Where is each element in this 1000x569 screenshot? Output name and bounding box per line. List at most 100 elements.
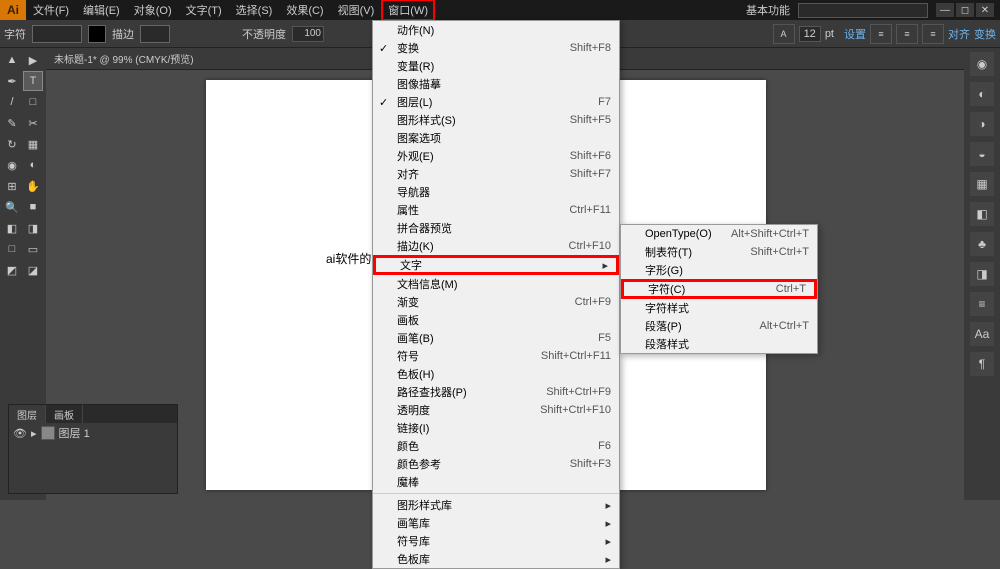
submenu-item-制表符(T)[interactable]: 制表符(T)Shift+Ctrl+T [621, 243, 817, 261]
menu-item-色板库[interactable]: 色板库▸ [373, 550, 619, 568]
align-center-icon[interactable]: ≡ [896, 24, 918, 44]
char-panel-icon[interactable]: A [773, 24, 795, 44]
panel-icon-3[interactable]: ◒ [970, 142, 994, 166]
menu-item-颜色[interactable]: 颜色F6 [373, 437, 619, 455]
tool-1[interactable]: ▶ [23, 50, 43, 70]
submenu-item-OpenType(O)[interactable]: OpenType(O)Alt+Shift+Ctrl+T [621, 225, 817, 243]
stroke-width-input[interactable] [140, 25, 170, 43]
menu-视图V[interactable]: 视图(V) [331, 0, 382, 21]
menu-编辑E[interactable]: 编辑(E) [76, 0, 127, 21]
menu-对象O[interactable]: 对象(O) [127, 0, 179, 21]
transform-link[interactable]: 变换 [974, 26, 996, 42]
submenu-item-段落样式[interactable]: 段落样式 [621, 335, 817, 353]
tool-6[interactable]: ✎ [2, 113, 22, 133]
menu-item-渐变[interactable]: 渐变Ctrl+F9 [373, 293, 619, 311]
layer-name[interactable]: 图层 1 [59, 425, 90, 441]
panel-icon-6[interactable]: ♣ [970, 232, 994, 256]
layer-row[interactable]: 👁 ▸ 图层 1 [9, 423, 177, 443]
tool-21[interactable]: ◪ [23, 260, 43, 280]
menu-效果C[interactable]: 效果(C) [279, 0, 330, 21]
layers-tab[interactable]: 图层 [9, 405, 46, 423]
tool-17[interactable]: ◨ [23, 218, 43, 238]
menu-item-图形样式库[interactable]: 图形样式库▸ [373, 496, 619, 514]
submenu-item-字形(G)[interactable]: 字形(G) [621, 261, 817, 279]
panel-icon-4[interactable]: ▦ [970, 172, 994, 196]
menu-item-图形样式(S)[interactable]: 图形样式(S)Shift+F5 [373, 111, 619, 129]
align-right-icon[interactable]: ≡ [922, 24, 944, 44]
tool-12[interactable]: ⊞ [2, 176, 22, 196]
workspace-switcher[interactable]: 基本功能 [746, 2, 790, 18]
menu-文字T[interactable]: 文字(T) [179, 0, 229, 21]
menu-item-变换[interactable]: 变换Shift+F8 [373, 39, 619, 57]
character-label[interactable]: 字符 [4, 26, 26, 42]
artboards-tab[interactable]: 画板 [46, 405, 83, 423]
submenu-item-字符样式[interactable]: 字符样式 [621, 299, 817, 317]
stroke-label[interactable]: 描边 [112, 26, 134, 42]
menu-item-变量(R)[interactable]: 变量(R) [373, 57, 619, 75]
menu-item-图层(L)[interactable]: 图层(L)F7 [373, 93, 619, 111]
tool-3[interactable]: T [23, 71, 43, 91]
tool-20[interactable]: ◩ [2, 260, 22, 280]
panel-icon-7[interactable]: ◨ [970, 262, 994, 286]
menu-item-导航器[interactable]: 导航器 [373, 183, 619, 201]
tool-14[interactable]: 🔍 [2, 197, 22, 217]
settings-link[interactable]: 设置 [844, 26, 866, 42]
menu-文件F[interactable]: 文件(F) [26, 0, 76, 21]
tool-4[interactable]: / [2, 92, 22, 112]
menu-item-拼合器预览[interactable]: 拼合器预览 [373, 219, 619, 237]
panel-icon-0[interactable]: ◉ [970, 52, 994, 76]
menu-item-魔棒[interactable]: 魔棒 [373, 473, 619, 491]
expand-icon[interactable]: ▸ [31, 427, 37, 440]
panel-icon-10[interactable]: ¶ [970, 352, 994, 376]
menu-选择S[interactable]: 选择(S) [229, 0, 280, 21]
menu-item-符号库[interactable]: 符号库▸ [373, 532, 619, 550]
opacity-input[interactable] [292, 26, 324, 42]
menu-item-链接(I)[interactable]: 链接(I) [373, 419, 619, 437]
menu-item-属性[interactable]: 属性Ctrl+F11 [373, 201, 619, 219]
align-left-icon[interactable]: ≡ [870, 24, 892, 44]
tool-11[interactable]: ◐ [23, 155, 43, 175]
menu-窗口W[interactable]: 窗口(W) [381, 0, 435, 21]
align-link[interactable]: 对齐 [948, 26, 970, 42]
submenu-item-段落(P)[interactable]: 段落(P)Alt+Ctrl+T [621, 317, 817, 335]
layers-panel[interactable]: 图层 画板 👁 ▸ 图层 1 [8, 404, 178, 494]
submenu-item-字符(C)[interactable]: 字符(C)Ctrl+T [621, 279, 817, 299]
menu-item-画笔(B)[interactable]: 画笔(B)F5 [373, 329, 619, 347]
tool-18[interactable]: □ [2, 239, 22, 259]
maximize-button[interactable]: ◻ [956, 3, 974, 17]
menu-item-符号[interactable]: 符号Shift+Ctrl+F11 [373, 347, 619, 365]
tool-8[interactable]: ↻ [2, 134, 22, 154]
tool-10[interactable]: ◉ [2, 155, 22, 175]
pt-value[interactable]: 12 [799, 26, 821, 42]
menu-item-画笔库[interactable]: 画笔库▸ [373, 514, 619, 532]
panel-icon-9[interactable]: Aa [970, 322, 994, 346]
tool-7[interactable]: ✂ [23, 113, 43, 133]
tool-5[interactable]: □ [23, 92, 43, 112]
menu-item-图像描摹[interactable]: 图像描摹 [373, 75, 619, 93]
tool-19[interactable]: ▭ [23, 239, 43, 259]
tool-16[interactable]: ◧ [2, 218, 22, 238]
tool-2[interactable]: ✒ [2, 71, 22, 91]
fill-swatch[interactable] [88, 25, 106, 43]
menu-item-透明度[interactable]: 透明度Shift+Ctrl+F10 [373, 401, 619, 419]
tool-15[interactable]: ■ [23, 197, 43, 217]
menu-item-画板[interactable]: 画板 [373, 311, 619, 329]
menu-item-文档信息(M)[interactable]: 文档信息(M) [373, 275, 619, 293]
menu-item-文字[interactable]: 文字▸ [373, 255, 619, 275]
menu-item-路径查找器(P)[interactable]: 路径查找器(P)Shift+Ctrl+F9 [373, 383, 619, 401]
panel-icon-8[interactable]: ≡ [970, 292, 994, 316]
menu-item-图案选项[interactable]: 图案选项 [373, 129, 619, 147]
menu-item-动作(N)[interactable]: 动作(N) [373, 21, 619, 39]
minimize-button[interactable]: — [936, 3, 954, 17]
menu-item-颜色参考[interactable]: 颜色参考Shift+F3 [373, 455, 619, 473]
close-button[interactable]: ✕ [976, 3, 994, 17]
panel-icon-2[interactable]: ◑ [970, 112, 994, 136]
menu-item-色板(H)[interactable]: 色板(H) [373, 365, 619, 383]
font-dropdown-1[interactable] [32, 25, 82, 43]
menu-item-对齐[interactable]: 对齐Shift+F7 [373, 165, 619, 183]
menu-item-外观(E)[interactable]: 外观(E)Shift+F6 [373, 147, 619, 165]
panel-icon-1[interactable]: ◐ [970, 82, 994, 106]
tool-9[interactable]: ▦ [23, 134, 43, 154]
tool-0[interactable]: ▲ [2, 50, 22, 70]
tool-13[interactable]: ✋ [23, 176, 43, 196]
